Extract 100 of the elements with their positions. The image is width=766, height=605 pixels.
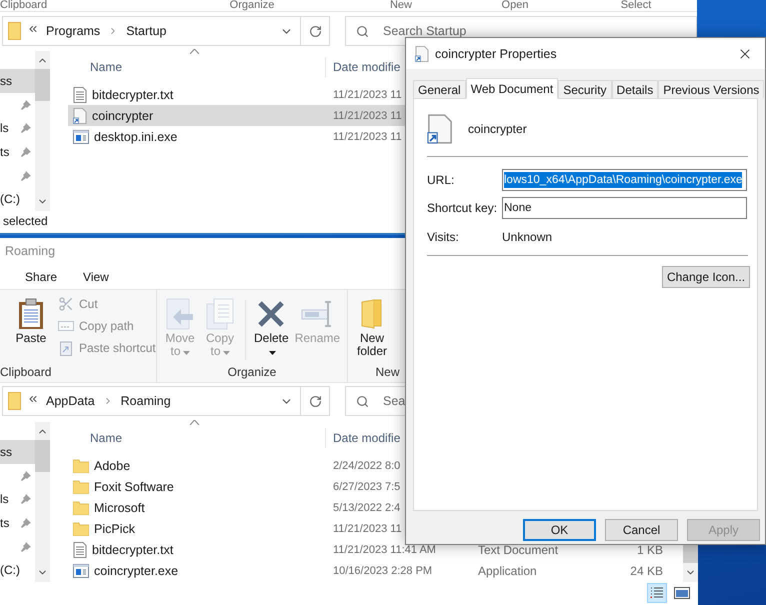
dialog-button[interactable]: OK [523, 519, 596, 541]
file-name: bitdecrypter.txt [92, 542, 174, 556]
pin-icon [21, 518, 31, 528]
folder-icon [73, 480, 89, 494]
nav-item[interactable]: ls [0, 487, 35, 512]
scrollbar-thumb[interactable] [35, 69, 50, 101]
pin-icon [21, 170, 31, 181]
scrollbar[interactable] [35, 422, 50, 582]
ribbon-group-label: New [390, 0, 412, 11]
file-name: Adobe [94, 458, 130, 472]
breadcrumb-segment[interactable]: Startup [123, 24, 170, 38]
visits-value: Unknown [502, 230, 552, 244]
copy-to-icon [205, 298, 235, 330]
folder-icon [73, 458, 89, 472]
pin-icon [21, 100, 31, 110]
shortcut-file-icon [415, 46, 429, 62]
breadcrumb-segment[interactable]: Roaming [118, 394, 174, 408]
date-modified: 11/21/2023 11 [333, 522, 402, 534]
ribbon-group-label: Clipboard [0, 0, 48, 11]
nav-item[interactable]: (C:) [0, 558, 35, 582]
dialog-tab[interactable]: Previous Versions [658, 80, 764, 98]
ribbon-group-label: Open [502, 0, 528, 11]
copy-path-icon [58, 321, 74, 331]
file-row[interactable]: Foxit Software 6/27/2023 7:5 [68, 476, 683, 497]
column-header[interactable]: Name [68, 57, 326, 77]
scissors-icon [58, 296, 74, 312]
file-row[interactable]: Adobe 2/24/2022 8:0 [68, 455, 683, 476]
file-type: Text Document [478, 542, 558, 556]
dialog-tab[interactable]: Security [558, 80, 612, 98]
date-modified: 11/21/2023 11:41 AM [333, 544, 436, 556]
file-size: 1 KB [636, 542, 663, 556]
clipboard-icon [18, 298, 44, 330]
scrollbar-thumb[interactable] [35, 440, 50, 472]
text-file-icon [73, 542, 87, 558]
date-modified: 11/21/2023 11 [333, 88, 402, 100]
file-row[interactable]: bitdecrypter.txt 11/21/2023 11:41 AM Text Document 1 KB [68, 539, 683, 560]
date-modified: 2/24/2022 8:0 [333, 460, 400, 472]
nav-item[interactable]: ls [0, 116, 35, 140]
folder-icon [73, 500, 89, 514]
nav-item[interactable]: ss [0, 69, 35, 93]
refresh-icon [308, 394, 322, 408]
file-name: desktop.ini.exe [94, 130, 178, 144]
dialog-tab[interactable]: Details [612, 80, 658, 98]
file-name: PicPick [94, 522, 135, 536]
date-modified: 10/16/2023 2:28 PM [333, 564, 432, 576]
file-row[interactable]: coincrypter.exe 10/16/2023 2:28 PM Application 24 KB [68, 560, 683, 581]
large-icons-view-icon [674, 587, 690, 599]
file-type: Application [478, 564, 537, 578]
details-view-icon [650, 587, 664, 599]
address-bar[interactable]: Programs Startup [2, 16, 330, 46]
nav-item[interactable]: ts [0, 140, 35, 164]
ribbon-group-label: Clipboard [0, 364, 52, 381]
breadcrumb-segment[interactable]: Programs [43, 24, 104, 38]
pin-icon [21, 146, 31, 157]
window-title: Roaming [5, 244, 56, 258]
pin-icon [21, 470, 31, 480]
column-header[interactable]: Date modifie [333, 57, 400, 77]
application-icon [73, 130, 89, 144]
chevrons-left-icon[interactable] [27, 393, 39, 405]
scrollbar-thumb[interactable] [683, 543, 698, 563]
view-button[interactable] [647, 583, 667, 603]
file-row[interactable]: Microsoft 5/13/2022 2:4 [68, 497, 683, 518]
folder-icon [73, 522, 89, 536]
file-name: coincrypter.exe [94, 564, 178, 578]
ribbon-group-label: Organize [228, 364, 276, 381]
paste-shortcut-icon [60, 340, 72, 356]
shortcut-file-icon [427, 114, 453, 144]
search-icon [356, 394, 369, 408]
ribbon-group-label: New [375, 364, 400, 381]
input-field[interactable]: None [502, 197, 747, 219]
file-name: coincrypter [92, 108, 154, 122]
dialog-tab[interactable]: General [413, 80, 466, 98]
scrollbar[interactable] [35, 51, 50, 211]
breadcrumb-segment[interactable]: AppData [43, 394, 98, 408]
input-field[interactable]: lows10_x64\AppData\Roaming\coincrypter.exe [502, 169, 747, 191]
chevrons-left-icon[interactable] [27, 23, 39, 35]
dialog-tab[interactable]: Web Document [466, 78, 558, 99]
file-name: Microsoft [94, 500, 145, 514]
application-icon [73, 564, 89, 578]
status-text: selected [2, 213, 49, 230]
address-bar[interactable]: AppData Roaming [2, 386, 330, 416]
ribbon-tab[interactable]: View [82, 266, 110, 288]
nav-item[interactable]: (C:) [0, 187, 35, 212]
date-modified: 6/27/2023 7:5 [333, 480, 400, 492]
column-header[interactable]: Name [68, 428, 326, 448]
delete-button[interactable]: Delete [254, 296, 289, 364]
new-folder-button[interactable]: New folder [355, 296, 389, 364]
delete-icon [257, 300, 286, 328]
column-header[interactable]: Date modifie [333, 428, 400, 448]
date-modified: 11/21/2023 11 [333, 130, 402, 142]
dialog-button[interactable]: Cancel [605, 519, 678, 541]
file-size: 24 KB [630, 564, 663, 578]
date-modified: 11/21/2023 11 [333, 110, 402, 122]
ribbon-tab[interactable]: Share [24, 266, 58, 288]
new-folder-icon [361, 299, 383, 329]
nav-item[interactable]: ss [0, 440, 35, 464]
change-icon-button[interactable]: Change Icon... [662, 266, 750, 288]
pin-icon [21, 494, 31, 504]
paste-button[interactable]: Paste [14, 296, 48, 364]
nav-item[interactable]: ts [0, 511, 35, 535]
